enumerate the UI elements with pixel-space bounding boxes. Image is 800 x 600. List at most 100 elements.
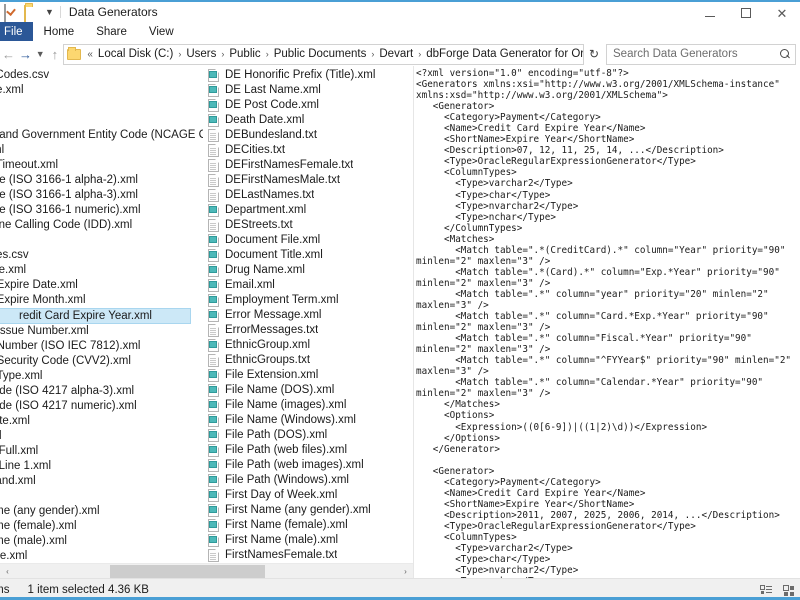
- file-list-item[interactable]: Employment Term.xml: [203, 293, 413, 308]
- file-list-item[interactable]: redit Card Number (ISO IEC 7812).xml: [0, 339, 203, 354]
- file-list-item[interactable]: File Path (web files).xml: [203, 443, 413, 458]
- file-list-item[interactable]: onnection Timeout.xml: [0, 158, 203, 173]
- customize-quick-access-chevron-icon[interactable]: ▼: [44, 7, 55, 17]
- tab-home[interactable]: Home: [33, 22, 86, 42]
- file-list-item[interactable]: First Name (female).xml: [203, 518, 413, 533]
- file-list-item[interactable]: E First Name (female).xml: [0, 519, 203, 534]
- large-icons-view-icon[interactable]: [780, 582, 796, 598]
- file-list-pane[interactable]: AProvinceCodes.csv lothing Size.xml olor.x…: [0, 66, 414, 578]
- tab-view[interactable]: View: [138, 22, 185, 42]
- file-list-item[interactable]: FirstNamesFemale.txt: [203, 548, 413, 563]
- file-list-item[interactable]: E Address Full.xml: [0, 444, 203, 459]
- maximize-button[interactable]: [728, 2, 764, 24]
- file-list-item[interactable]: Death Date.xml: [203, 113, 413, 128]
- breadcrumb-item-users[interactable]: Users: [184, 48, 218, 60]
- file-list-item[interactable]: ommercial and Government Entity Code (NC…: [0, 128, 203, 143]
- file-list-item-selected[interactable]: redit Card Expire Year.xml: [0, 308, 191, 324]
- file-list-item[interactable]: EthnicGroup.xml: [203, 338, 413, 353]
- ribbon-expand-button[interactable]: [792, 22, 800, 42]
- file-list-item[interactable]: DECities.txt: [203, 143, 413, 158]
- file-list-item[interactable]: Department.xml: [203, 203, 413, 218]
- file-list-item[interactable]: ErrorMessages.txt: [203, 323, 413, 338]
- breadcrumb-separator[interactable]: ›: [415, 49, 424, 59]
- file-list-item[interactable]: redit Card Issue Number.xml: [0, 324, 203, 339]
- file-list-item[interactable]: File Path (Windows).xml: [203, 473, 413, 488]
- details-view-icon[interactable]: [758, 582, 774, 598]
- file-list-item[interactable]: E Address Line 1.xml: [0, 459, 203, 474]
- breadcrumb-separator[interactable]: ›: [175, 49, 184, 59]
- file-list-item[interactable]: DE Post Code.xml: [203, 98, 413, 113]
- breadcrumb-overflow[interactable]: «: [84, 49, 96, 60]
- file-list-item[interactable]: urrency Rate.xml: [0, 414, 203, 429]
- file-list-item[interactable]: ountry Phone Calling Code (IDD).xml: [0, 218, 203, 233]
- file-list-item[interactable]: Email.xml: [203, 278, 413, 293]
- file-list-item[interactable]: DEFirstNamesMale.txt: [203, 173, 413, 188]
- breadcrumb-separator[interactable]: ›: [368, 49, 377, 59]
- file-list-item[interactable]: ountry Code (ISO 3166-1 alpha-2).xml: [0, 173, 203, 188]
- file-list-item[interactable]: Error Message.xml: [203, 308, 413, 323]
- file-list-item[interactable]: First Name (male).xml: [203, 533, 413, 548]
- file-list-item[interactable]: File Path (DOS).xml: [203, 428, 413, 443]
- file-list-item[interactable]: File Name (images).xml: [203, 398, 413, 413]
- close-button[interactable]: ✕: [764, 2, 800, 24]
- file-list-item[interactable]: EthnicGroups.txt: [203, 353, 413, 368]
- file-list-item[interactable]: urrency Code (ISO 4217 numeric).xml: [0, 399, 203, 414]
- breadcrumb-item-devart[interactable]: Devart: [377, 48, 415, 60]
- file-list-item[interactable]: File Path (web images).xml: [203, 458, 413, 473]
- file-list-item[interactable]: DELastNames.txt: [203, 188, 413, 203]
- breadcrumb-separator[interactable]: ›: [263, 49, 272, 59]
- file-list-item[interactable]: ountry Code (ISO 3166-1 numeric).xml: [0, 203, 203, 218]
- file-list-item[interactable]: File Name (Windows).xml: [203, 413, 413, 428]
- preview-pane[interactable]: <?xml version="1.0" encoding="utf-8"?> <…: [414, 66, 800, 578]
- breadcrumb-item-dbforge[interactable]: dbForge Data Generator for Oracle: [424, 48, 583, 60]
- file-list-item[interactable]: First Day of Week.xml: [203, 488, 413, 503]
- file-list-item[interactable]: E First Name (male).xml: [0, 534, 203, 549]
- file-list-item[interactable]: DEBundesland.txt: [203, 128, 413, 143]
- file-list-item[interactable]: lothing Size.xml: [0, 83, 203, 98]
- file-list-item[interactable]: DE Last Name.xml: [203, 83, 413, 98]
- file-list-item[interactable]: redit Card Expire Month.xml: [0, 293, 203, 308]
- up-button[interactable]: ↑: [46, 43, 63, 65]
- file-list-item[interactable]: E Bundesland.xml: [0, 474, 203, 489]
- breadcrumb-separator[interactable]: ›: [218, 49, 227, 59]
- file-list-item[interactable]: Document Title.xml: [203, 248, 413, 263]
- file-list-item[interactable]: DEFirstNamesFemale.txt: [203, 158, 413, 173]
- file-list-item[interactable]: ompany.xml: [0, 143, 203, 158]
- file-list-item[interactable]: ountry Code (ISO 3166-1 alpha-3).xml: [0, 188, 203, 203]
- file-list-item[interactable]: redit Card Type.xml: [0, 369, 203, 384]
- breadcrumb-item-local-disk[interactable]: Local Disk (C:): [96, 48, 175, 60]
- file-list-item[interactable]: ourtesy Title.xml: [0, 263, 203, 278]
- file-list-item[interactable]: urrency.xml: [0, 429, 203, 444]
- forward-button[interactable]: →: [17, 43, 34, 65]
- file-list-item[interactable]: E City.xml: [0, 489, 203, 504]
- file-list-item[interactable]: olors.txt: [0, 113, 203, 128]
- file-list-item[interactable]: ountry.xml: [0, 233, 203, 248]
- file-list-item[interactable]: redit Card Expire Date.xml: [0, 278, 203, 293]
- scrollbar-thumb[interactable]: [110, 565, 265, 578]
- properties-icon[interactable]: [4, 3, 19, 23]
- file-list-item[interactable]: urrency Code (ISO 4217 alpha-3).xml: [0, 384, 203, 399]
- breadcrumb-item-public-documents[interactable]: Public Documents: [272, 48, 369, 60]
- file-list-item[interactable]: Document File.xml: [203, 233, 413, 248]
- scroll-right-arrow-icon[interactable]: ›: [398, 564, 413, 578]
- recent-locations-button[interactable]: ▼: [34, 43, 46, 65]
- file-list-item[interactable]: ountryCodes.csv: [0, 248, 203, 263]
- file-list-item[interactable]: File Name (DOS).xml: [203, 383, 413, 398]
- file-list-item[interactable]: DEStreets.txt: [203, 218, 413, 233]
- minimize-button[interactable]: [692, 2, 728, 24]
- back-button[interactable]: ←: [0, 43, 17, 65]
- new-folder-icon[interactable]: [24, 4, 39, 24]
- file-list-item[interactable]: Drug Name.xml: [203, 263, 413, 278]
- file-list-item[interactable]: AProvinceCodes.csv: [0, 68, 203, 83]
- search-input[interactable]: Search Data Generators: [606, 43, 796, 65]
- breadcrumb[interactable]: « Local Disk (C:) › Users › Public › Pub…: [63, 43, 584, 65]
- tab-share[interactable]: Share: [85, 22, 138, 42]
- quick-access-toolbar[interactable]: ▼: [2, 3, 61, 24]
- file-list-item[interactable]: olor.xml: [0, 98, 203, 113]
- file-list-item[interactable]: DE Honorific Prefix (Title).xml: [203, 68, 413, 83]
- horizontal-scrollbar[interactable]: ‹ ›: [0, 563, 413, 578]
- file-list-item[interactable]: First Name (any gender).xml: [203, 503, 413, 518]
- file-list-item[interactable]: redit Card Security Code (CVV2).xml: [0, 354, 203, 369]
- breadcrumb-item-public[interactable]: Public: [227, 48, 262, 60]
- refresh-icon[interactable]: ↻: [584, 44, 604, 65]
